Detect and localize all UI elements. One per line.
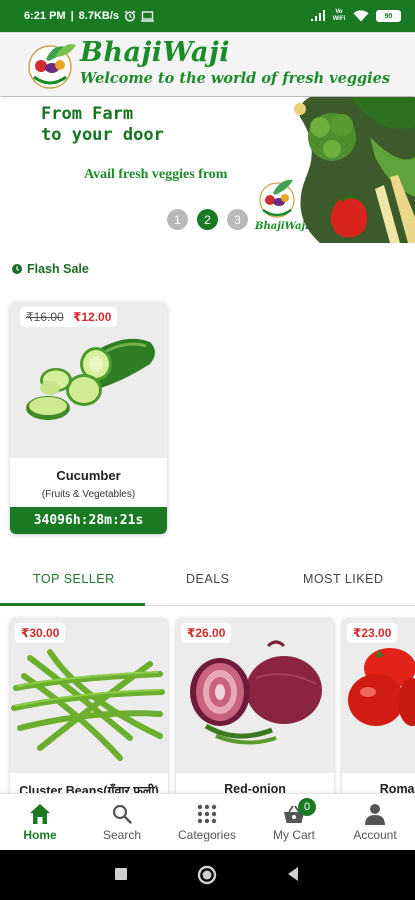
search-icon — [112, 804, 132, 824]
status-speed: 8.7KB/s — [78, 10, 120, 22]
person-icon — [365, 804, 385, 825]
product-category: (Fruits & Vegetables) — [41, 489, 136, 500]
banner-dot-2[interactable]: 2 — [197, 209, 218, 230]
product-card[interactable]: ₹30.00 Cluster Beans(गँवार फली) — [10, 618, 168, 808]
screen-cast-icon — [141, 10, 155, 22]
cart-count-badge: 0 — [298, 798, 316, 816]
tab-top-seller[interactable]: TOP SELLER — [33, 572, 115, 586]
clock-icon — [12, 264, 22, 274]
promo-banner[interactable]: From Farm to your door Avail fresh veggi… — [0, 97, 415, 243]
flash-sale-card[interactable]: ₹16.00 ₹12.00 Cucumber (Fruits & Vegetab… — [10, 302, 167, 534]
brand-name: BhajiWaji — [80, 37, 230, 68]
nav-home[interactable]: Home — [0, 800, 80, 842]
product-tabs: TOP SELLER DEALS MOST LIKED — [0, 566, 415, 606]
nav-cart-label: My Cart — [273, 828, 315, 842]
grid-icon — [197, 804, 217, 824]
nav-categories[interactable]: Categories — [167, 800, 247, 842]
banner-subtitle: Avail fresh veggies from — [84, 167, 228, 182]
signal-icon — [311, 10, 325, 21]
alarm-icon — [124, 10, 136, 22]
price-chip: ₹30.00 — [15, 623, 66, 643]
vowifi-label: Vo WiFi — [332, 9, 346, 22]
nav-search-label: Search — [102, 828, 142, 842]
status-divider: | — [70, 10, 74, 22]
price-chip: ₹23.00 — [347, 623, 398, 643]
banner-dot-3[interactable]: 3 — [227, 209, 248, 230]
app-header: BhajiWaji Welcome to the world of fresh … — [0, 32, 415, 96]
price-chip: ₹16.00 ₹12.00 — [20, 307, 118, 327]
banner-pagination: 1 2 3 — [167, 209, 248, 230]
brand-tagline: Welcome to the world of fresh veggies — [80, 70, 391, 87]
flash-sale-timer: 34096h:28m:21s — [10, 507, 167, 534]
banner-title: From Farm to your door — [41, 104, 164, 145]
nav-account[interactable]: Account — [335, 800, 415, 842]
nav-account-label: Account — [353, 828, 397, 842]
product-card[interactable]: ₹26.00 Red-onion — [176, 618, 334, 808]
nav-categories-label: Categories — [177, 828, 237, 842]
bottom-navigation: Home Search Categories 0 My Cart Account — [0, 793, 415, 850]
product-card[interactable]: ₹23.00 Roma Tomato — [342, 618, 415, 808]
banner-dot-1[interactable]: 1 — [167, 209, 188, 230]
nav-search[interactable]: Search — [82, 800, 162, 842]
product-name: Cucumber — [56, 468, 121, 483]
battery-icon: 90 — [376, 10, 401, 22]
home-icon — [30, 804, 50, 824]
battery-level: 90 — [384, 12, 393, 20]
wifi-icon — [353, 10, 369, 22]
bhajiwaji-logo-icon[interactable] — [26, 39, 78, 91]
active-tab-indicator — [0, 603, 145, 606]
flash-sale-heading: Flash Sale — [12, 262, 89, 276]
tab-deals[interactable]: DEALS — [186, 572, 230, 586]
tab-most-liked[interactable]: MOST LIKED — [303, 572, 383, 586]
status-bar: 6:21 PM | 8.7KB/s Vo WiFi 90 — [0, 0, 415, 32]
vegetables-illustration-icon — [294, 97, 415, 243]
status-time: 6:21 PM — [24, 10, 66, 22]
sale-price: ₹12.00 — [73, 310, 112, 324]
screen: 6:21 PM | 8.7KB/s Vo WiFi 90 BhajiWaji W… — [0, 0, 415, 900]
nav-home-label: Home — [23, 828, 57, 842]
flash-sale-title: Flash Sale — [27, 262, 89, 276]
recent-apps-icon[interactable] — [113, 866, 129, 882]
home-button-icon[interactable] — [197, 865, 217, 885]
nav-cart[interactable]: 0 My Cart — [254, 798, 334, 842]
system-navigation-bar — [0, 850, 415, 900]
price-chip: ₹26.00 — [181, 623, 232, 643]
back-icon[interactable] — [285, 866, 301, 882]
old-price: ₹16.00 — [26, 310, 64, 324]
